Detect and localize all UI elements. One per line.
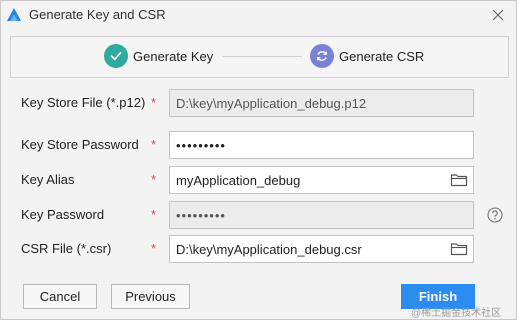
required-mark: *: [151, 241, 157, 256]
csr-file-field[interactable]: [169, 235, 474, 263]
key-store-file-label: Key Store File (*.p12): [21, 95, 146, 110]
watermark-text: @稀土掘金技术社区: [411, 308, 502, 319]
key-store-password-row: Key Store Password *: [1, 131, 516, 159]
key-password-row: Key Password *: [1, 201, 516, 229]
window-title: Generate Key and CSR: [29, 7, 166, 22]
cancel-button[interactable]: Cancel: [23, 284, 97, 309]
refresh-icon: [310, 44, 334, 68]
key-store-password-field[interactable]: [169, 131, 474, 159]
generate-key-csr-dialog: Generate Key and CSR Generate Key Genera…: [0, 0, 517, 320]
step-connector: [223, 56, 302, 57]
csr-file-row: CSR File (*.csr) *: [1, 235, 516, 263]
step-label: Generate CSR: [339, 48, 425, 64]
csr-file-label: CSR File (*.csr): [21, 241, 112, 256]
wizard-steps: Generate Key Generate CSR: [10, 36, 509, 78]
key-alias-row: Key Alias *: [1, 166, 516, 194]
key-password-label: Key Password: [21, 207, 105, 222]
step-generate-key: Generate Key: [104, 44, 213, 68]
close-icon: [492, 9, 504, 21]
key-alias-label: Key Alias: [21, 172, 75, 187]
key-store-file-field[interactable]: [169, 89, 474, 117]
folder-icon[interactable]: [450, 240, 468, 258]
key-alias-field[interactable]: [169, 166, 474, 194]
step-label: Generate Key: [133, 48, 214, 64]
help-icon[interactable]: [487, 207, 503, 223]
close-button[interactable]: [488, 5, 508, 25]
key-store-file-row: Key Store File (*.p12) *: [1, 89, 516, 117]
required-mark: *: [151, 137, 157, 152]
step-generate-csr: Generate CSR: [310, 44, 424, 68]
required-mark: *: [151, 172, 157, 187]
required-mark: *: [151, 207, 157, 222]
key-store-password-label: Key Store Password: [21, 137, 139, 152]
previous-button[interactable]: Previous: [111, 284, 190, 309]
key-password-field[interactable]: [169, 201, 474, 229]
title-bar: Generate Key and CSR: [1, 1, 516, 29]
check-icon: [104, 44, 128, 68]
folder-icon[interactable]: [450, 171, 468, 189]
app-logo-icon: [6, 7, 22, 23]
required-mark: *: [151, 95, 157, 110]
